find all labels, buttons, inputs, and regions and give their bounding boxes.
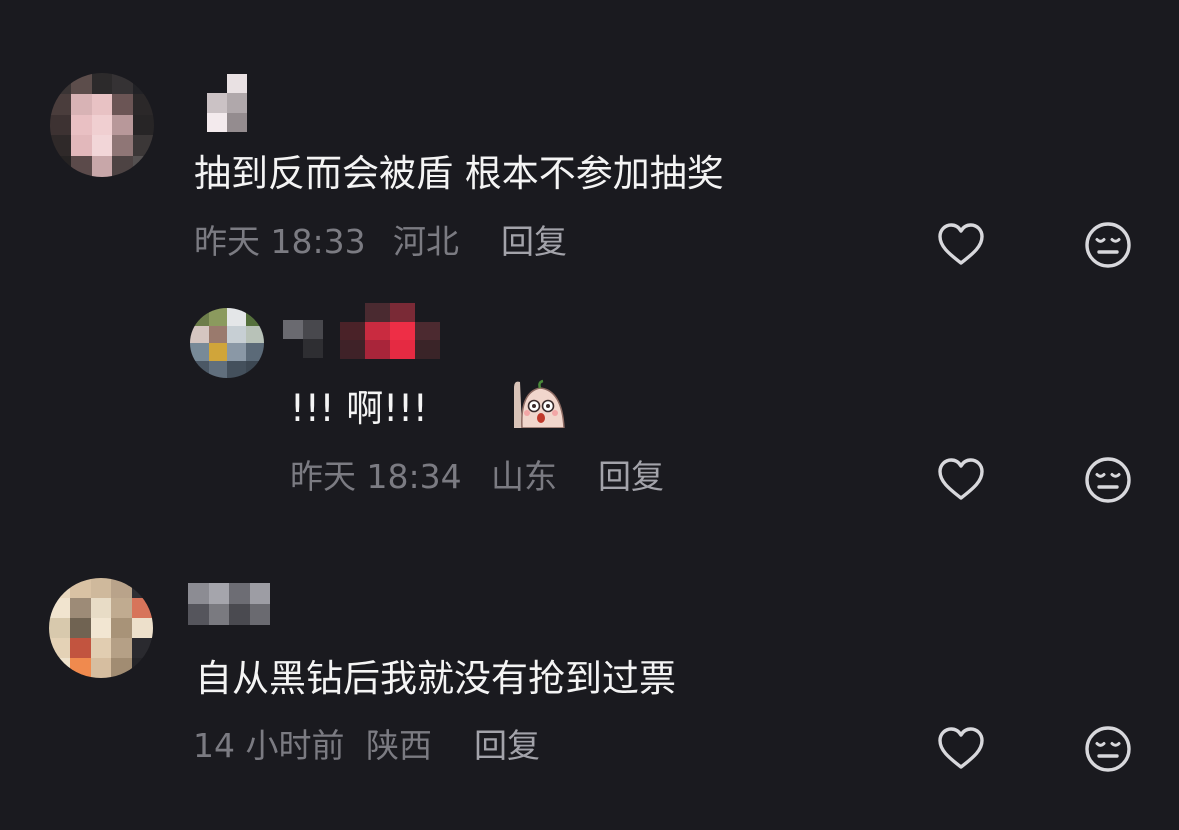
meh-face-icon[interactable]: [1083, 724, 1133, 774]
sticker-icon: [510, 378, 566, 429]
reply-button[interactable]: 回复: [598, 460, 664, 493]
comment-text: !!! 啊!!!: [290, 387, 428, 430]
avatar[interactable]: [50, 73, 154, 177]
comment-location: 河北: [393, 222, 459, 261]
comment-location: 山东: [491, 457, 557, 496]
comment-time: 14 小时前: [193, 726, 345, 765]
comment-text: 自从黑钻后我就没有抢到过票: [195, 657, 676, 700]
meh-face-icon[interactable]: [1083, 455, 1133, 505]
comment-time: 昨天 18:33: [194, 222, 366, 261]
heart-outline-icon[interactable]: [936, 220, 986, 270]
username[interactable]: [283, 320, 323, 358]
comment-time: 昨天 18:34: [290, 457, 462, 496]
comment-text: 抽到反而会被盾 根本不参加抽奖: [194, 152, 724, 195]
reply-button[interactable]: 回复: [474, 729, 540, 762]
user-badge: [340, 303, 440, 359]
meh-face-icon[interactable]: [1083, 220, 1133, 270]
avatar[interactable]: [190, 308, 264, 378]
heart-outline-icon[interactable]: [936, 455, 986, 505]
username[interactable]: [207, 74, 247, 132]
comment-location: 陕西: [366, 726, 432, 765]
heart-outline-icon[interactable]: [936, 724, 986, 774]
avatar[interactable]: [49, 578, 153, 678]
reply-button[interactable]: 回复: [501, 225, 567, 258]
username[interactable]: [188, 583, 270, 625]
